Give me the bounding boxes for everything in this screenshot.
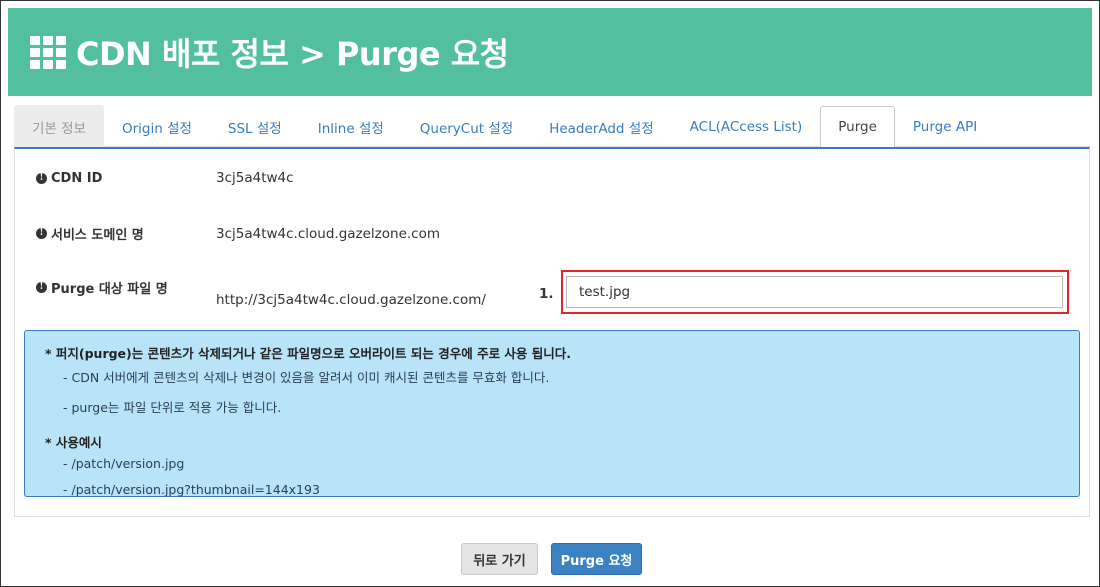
service-domain-value: 3cj5a4tw4c.cloud.gazelzone.com <box>216 225 441 242</box>
tab-querycut[interactable]: QueryCut 설정 <box>402 105 531 147</box>
info-notice: * 퍼지(purge)는 콘텐츠가 삭제되거나 같은 파일명으로 오버라이트 되… <box>24 330 1080 497</box>
service-domain-label: ! 서비스 도메인 명 <box>36 224 216 243</box>
example-heading: * 사용예시 <box>45 435 102 450</box>
tab-headeradd[interactable]: HeaderAdd 설정 <box>531 105 671 147</box>
step-number-label: 1. <box>539 286 554 302</box>
page-header: CDN 배포 정보 > Purge 요청 <box>8 8 1092 96</box>
example-line: - /patch/version.jpg <box>63 456 185 471</box>
info-icon: ! <box>36 228 47 239</box>
tab-purge[interactable]: Purge <box>820 106 895 148</box>
back-button[interactable]: 뒤로 가기 <box>461 543 538 575</box>
service-domain-row: ! 서비스 도메인 명 3cj5a4tw4c.cloud.gazelzone.c… <box>36 224 440 243</box>
page-title: CDN 배포 정보 > Purge 요청 <box>76 35 509 73</box>
cdn-id-label: ! CDN ID <box>36 171 216 186</box>
tab-acl[interactable]: ACL(ACcess List) <box>672 105 821 147</box>
notice-heading: * 퍼지(purge)는 콘텐츠가 삭제되거나 같은 파일명으로 오버라이트 되… <box>45 346 572 361</box>
notice-line: - CDN 서버에게 콘텐츠의 삭제나 변경이 있음을 알려서 이미 캐시된 콘… <box>63 370 550 385</box>
tab-ssl[interactable]: SSL 설정 <box>210 105 300 147</box>
purge-file-row: ! Purge 대상 파일 명 http://3cj5a4tw4c.cloud.… <box>36 278 486 308</box>
purge-url-prefix: http://3cj5a4tw4c.cloud.gazelzone.com/ <box>216 292 486 308</box>
tab-purge-api[interactable]: Purge API <box>895 105 995 147</box>
tab-basic-info[interactable]: 기본 정보 <box>14 105 104 147</box>
example-line: - /patch/version.jpg?thumbnail=144x193 <box>63 482 320 497</box>
purge-request-button[interactable]: Purge 요청 <box>551 543 642 575</box>
tab-origin[interactable]: Origin 설정 <box>104 105 210 147</box>
info-icon: ! <box>36 172 47 184</box>
purge-file-label: ! Purge 대상 파일 명 <box>36 278 216 297</box>
notice-line: - purge는 파일 단위로 적용 가능 합니다. <box>63 400 282 415</box>
grid-icon <box>30 35 66 69</box>
info-icon: ! <box>36 282 47 293</box>
cdn-id-value: 3cj5a4tw4c <box>216 170 294 186</box>
tab-inline[interactable]: Inline 설정 <box>300 105 402 147</box>
cdn-id-row: ! CDN ID 3cj5a4tw4c <box>36 170 294 186</box>
tab-bar: 기본 정보 Origin 설정 SSL 설정 Inline 설정 QueryCu… <box>14 105 1090 148</box>
purge-file-input[interactable] <box>566 276 1063 308</box>
